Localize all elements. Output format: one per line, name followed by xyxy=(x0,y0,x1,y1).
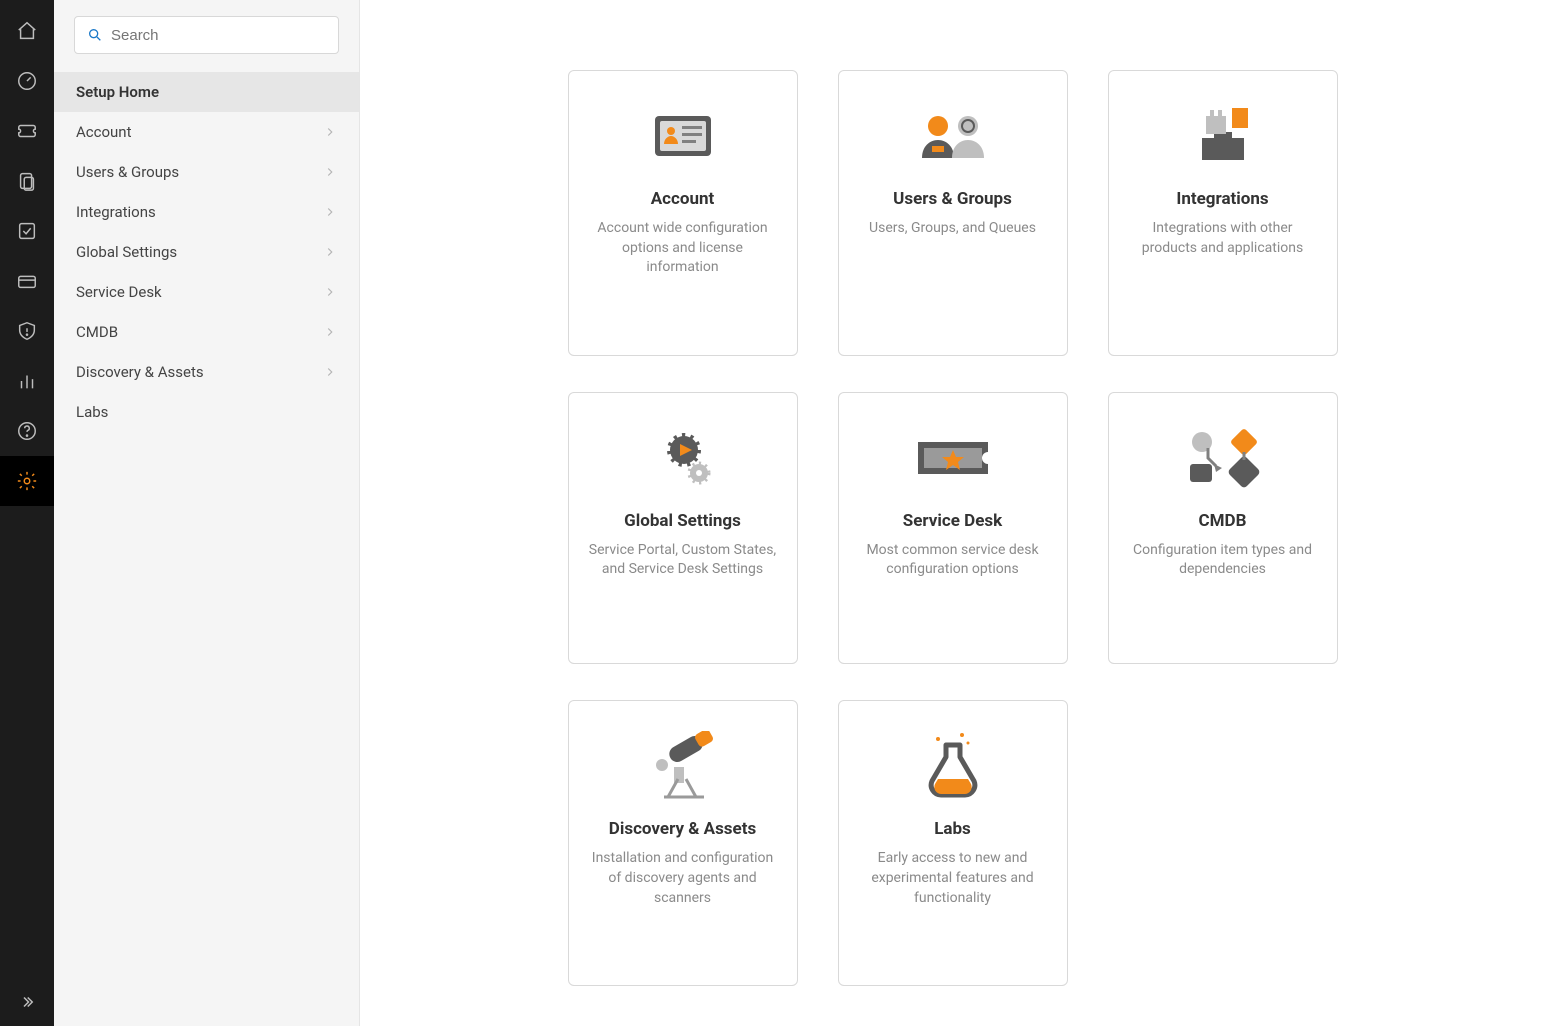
sidebar-item-label: Users & Groups xyxy=(76,163,179,181)
card-description: Users, Groups, and Queues xyxy=(869,219,1036,239)
gauge-icon xyxy=(16,70,38,92)
search-icon xyxy=(87,27,103,43)
settings-card-grid: Account Account wide configuration option… xyxy=(568,70,1338,986)
sidebar-item-users-groups[interactable]: Users & Groups xyxy=(54,152,359,192)
chevron-right-icon xyxy=(323,245,337,259)
card-description: Configuration item types and dependencie… xyxy=(1127,541,1319,580)
card-title: Discovery & Assets xyxy=(609,819,756,839)
card-service-desk[interactable]: Service Desk Most common service desk con… xyxy=(838,392,1068,665)
cmdb-card-icon xyxy=(1178,419,1268,497)
card-description: Most common service desk configuration o… xyxy=(857,541,1049,580)
chevron-right-icon xyxy=(323,125,337,139)
card-description: Installation and configuration of discov… xyxy=(587,849,779,908)
card-account[interactable]: Account Account wide configuration option… xyxy=(568,70,798,356)
card-cmdb[interactable]: CMDB Configuration item types and depende… xyxy=(1108,392,1338,665)
sidebar-item-account[interactable]: Account xyxy=(54,112,359,152)
card-description: Service Portal, Custom States, and Servi… xyxy=(587,541,779,580)
rail-card[interactable] xyxy=(0,256,54,306)
card-title: Integrations xyxy=(1176,189,1268,209)
approvals-icon xyxy=(16,220,38,242)
card-users-groups[interactable]: Users & Groups Users, Groups, and Queues xyxy=(838,70,1068,356)
chevron-right-icon xyxy=(323,205,337,219)
chevron-right-icon xyxy=(323,285,337,299)
card-title: Account xyxy=(651,189,715,209)
rail-expand[interactable] xyxy=(0,978,54,1026)
chevron-right-icon xyxy=(323,365,337,379)
primary-rail xyxy=(0,0,54,1026)
rail-analytics[interactable] xyxy=(0,356,54,406)
sidebar-item-label: Labs xyxy=(76,403,108,421)
discovery-card-icon xyxy=(638,727,728,805)
chevron-right-icon xyxy=(323,165,337,179)
card-title: Service Desk xyxy=(903,511,1002,531)
card-title: CMDB xyxy=(1199,511,1247,531)
rail-gauge[interactable] xyxy=(0,56,54,106)
card-description: Account wide configuration options and l… xyxy=(587,219,779,278)
rail-approvals[interactable] xyxy=(0,206,54,256)
main-content: Account Account wide configuration option… xyxy=(360,0,1545,1026)
sidebar-item-label: Global Settings xyxy=(76,243,177,261)
help-icon xyxy=(16,420,38,442)
search-input[interactable] xyxy=(111,27,338,44)
rail-shield[interactable] xyxy=(0,306,54,356)
labs-card-icon xyxy=(918,727,988,805)
rail-settings[interactable] xyxy=(0,456,54,506)
settings-icon xyxy=(16,470,38,492)
card-description: Integrations with other products and app… xyxy=(1127,219,1319,258)
card-integrations[interactable]: Integrations Integrations with other prod… xyxy=(1108,70,1338,356)
sidebar-item-label: Integrations xyxy=(76,203,156,221)
sidebar-item-label: Service Desk xyxy=(76,283,162,301)
chevron-right-icon xyxy=(323,325,337,339)
sidebar-item-labs[interactable]: Labs xyxy=(54,392,359,432)
card-global-settings[interactable]: Global Settings Service Portal, Custom St… xyxy=(568,392,798,665)
sidebar-item-label: CMDB xyxy=(76,323,118,341)
sidebar-item-discovery-assets[interactable]: Discovery & Assets xyxy=(54,352,359,392)
rail-home[interactable] xyxy=(0,6,54,56)
integrations-card-icon xyxy=(1184,97,1262,175)
clipboard-icon xyxy=(16,170,38,192)
card-title: Labs xyxy=(934,819,971,839)
card-description: Early access to new and experimental fea… xyxy=(857,849,1049,908)
rail-ticket[interactable] xyxy=(0,106,54,156)
ticket-icon xyxy=(16,120,38,142)
sidebar-item-label: Account xyxy=(76,123,132,141)
search-box[interactable] xyxy=(74,16,339,54)
sidebar-item-label: Discovery & Assets xyxy=(76,363,204,381)
sidebar-item-setup-home[interactable]: Setup Home xyxy=(54,72,359,112)
account-card-icon xyxy=(644,97,722,175)
sidebar-item-global-settings[interactable]: Global Settings xyxy=(54,232,359,272)
card-title: Users & Groups xyxy=(893,189,1012,209)
settings-nav: Setup Home Account Users & Groups Integrati… xyxy=(54,72,359,432)
shield-icon xyxy=(16,320,38,342)
rail-help[interactable] xyxy=(0,406,54,456)
home-icon xyxy=(16,20,38,42)
users-card-icon xyxy=(908,97,998,175)
card-labs[interactable]: Labs Early access to new and experimental… xyxy=(838,700,1068,986)
settings-sidebar: Setup Home Account Users & Groups Integrati… xyxy=(54,0,360,1026)
sidebar-item-label: Setup Home xyxy=(76,83,159,101)
sidebar-item-cmdb[interactable]: CMDB xyxy=(54,312,359,352)
expand-icon xyxy=(18,993,36,1011)
sidebar-item-integrations[interactable]: Integrations xyxy=(54,192,359,232)
sidebar-item-service-desk[interactable]: Service Desk xyxy=(54,272,359,312)
card-title: Global Settings xyxy=(624,511,741,531)
card-icon xyxy=(16,270,38,292)
globalsettings-card-icon xyxy=(644,419,722,497)
card-discovery-assets[interactable]: Discovery & Assets Installation and confi… xyxy=(568,700,798,986)
servicedesk-card-icon xyxy=(908,419,998,497)
rail-clipboard[interactable] xyxy=(0,156,54,206)
analytics-icon xyxy=(16,370,38,392)
